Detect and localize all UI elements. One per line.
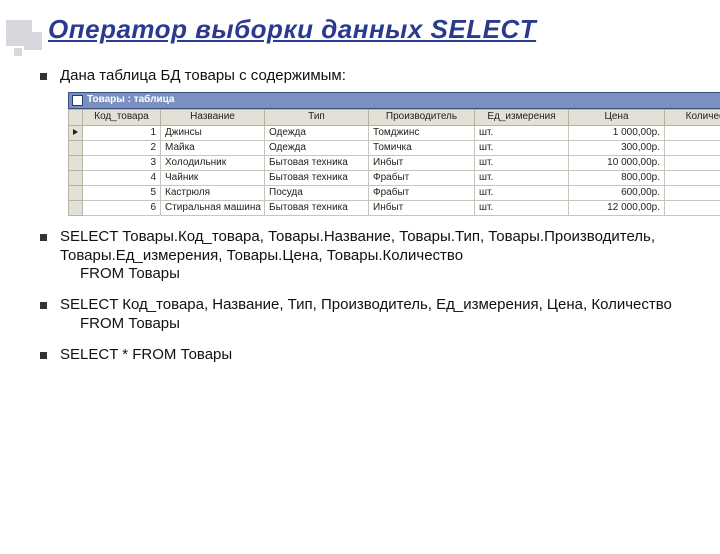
cell: Майка (161, 140, 265, 155)
cell: 30 (665, 170, 720, 185)
col-type: Тип (265, 109, 369, 125)
cell: Фрабыт (369, 170, 475, 185)
cell: шт. (475, 125, 569, 140)
cell: 800,00р. (569, 170, 665, 185)
cell: 300,00р. (569, 140, 665, 155)
cell: шт. (475, 155, 569, 170)
query-1-from: FROM Товары (80, 265, 690, 284)
intro-line: Дана таблица БД товары с содержимым: Тов… (40, 67, 690, 216)
row-cursor-cell (69, 200, 83, 215)
col-man: Производитель (369, 109, 475, 125)
table-row: 1 Джинсы Одежда Томджинс шт. 1 000,00р. … (69, 125, 720, 140)
col-name: Название (161, 109, 265, 125)
table-row: 4 Чайник Бытовая техника Фрабыт шт. 800,… (69, 170, 720, 185)
cell: 10 000,00р. (569, 155, 665, 170)
cell: 4 (83, 170, 161, 185)
row-cursor-cell (69, 140, 83, 155)
cell: Фрабыт (369, 185, 475, 200)
query-1: SELECT Товары.Код_товара, Товары.Названи… (40, 228, 690, 284)
table-row: 3 Холодильник Бытовая техника Инбыт шт. … (69, 155, 720, 170)
cell: шт. (475, 200, 569, 215)
intro-text: Дана таблица БД товары с содержимым: (60, 67, 346, 84)
row-cursor-icon (73, 129, 78, 135)
cell: 1 (83, 125, 161, 140)
query-2: SELECT Код_товара, Название, Тип, Произв… (40, 296, 690, 334)
row-cursor-cell (69, 185, 83, 200)
cell: 5 (83, 185, 161, 200)
cell: Томичка (369, 140, 475, 155)
cell: 6 (83, 200, 161, 215)
table-icon (72, 95, 83, 106)
row-selector-header (69, 109, 83, 125)
window-title-text: Товары : таблица (87, 94, 174, 107)
cell: Одежда (265, 125, 369, 140)
table-header-row: Код_товара Название Тип Производитель Ед… (69, 109, 720, 125)
cell: Стиральная машина (161, 200, 265, 215)
cell: 12 000,00р. (569, 200, 665, 215)
db-table-window: Товары : таблица Код_товара Название Тип… (68, 92, 720, 216)
col-id: Код_товара (83, 109, 161, 125)
cell: 40 (665, 185, 720, 200)
cell: Бытовая техника (265, 155, 369, 170)
cell: шт. (475, 140, 569, 155)
slide-title: Оператор выборки данных SELECT (48, 14, 720, 45)
query-3-text: SELECT * FROM Товары (60, 346, 232, 363)
cell: шт. (475, 185, 569, 200)
cell: шт. (475, 170, 569, 185)
cell: Бытовая техника (265, 200, 369, 215)
db-table: Код_товара Название Тип Производитель Ед… (68, 109, 720, 216)
cell: Инбыт (369, 155, 475, 170)
cell: 600,00р. (569, 185, 665, 200)
cell: Холодильник (161, 155, 265, 170)
row-cursor-cell (69, 170, 83, 185)
col-price: Цена (569, 109, 665, 125)
table-row: 2 Майка Одежда Томичка шт. 300,00р. 100 (69, 140, 720, 155)
cell: Джинсы (161, 125, 265, 140)
row-cursor-cell (69, 125, 83, 140)
cell: 2 (83, 140, 161, 155)
table-row: 5 Кастрюля Посуда Фрабыт шт. 600,00р. 40 (69, 185, 720, 200)
cell: Инбыт (369, 200, 475, 215)
query-1-select: SELECT Товары.Код_товара, Товары.Названи… (60, 228, 655, 264)
cell: 100 (665, 140, 720, 155)
col-qty: Количество (665, 109, 720, 125)
window-titlebar: Товары : таблица (68, 92, 720, 109)
cell: 10 (665, 200, 720, 215)
cell: Чайник (161, 170, 265, 185)
cell: 20 (665, 155, 720, 170)
query-3: SELECT * FROM Товары (40, 346, 690, 365)
table-row: 6 Стиральная машина Бытовая техника Инбы… (69, 200, 720, 215)
cell: 50 (665, 125, 720, 140)
row-cursor-cell (69, 155, 83, 170)
cell: Одежда (265, 140, 369, 155)
cell: Посуда (265, 185, 369, 200)
query-2-from: FROM Товары (80, 315, 690, 334)
cell: Бытовая техника (265, 170, 369, 185)
cell: Томджинс (369, 125, 475, 140)
cell: Кастрюля (161, 185, 265, 200)
cell: 3 (83, 155, 161, 170)
cell: 1 000,00р. (569, 125, 665, 140)
col-unit: Ед_измерения (475, 109, 569, 125)
query-2-select: SELECT Код_товара, Название, Тип, Произв… (60, 296, 672, 313)
